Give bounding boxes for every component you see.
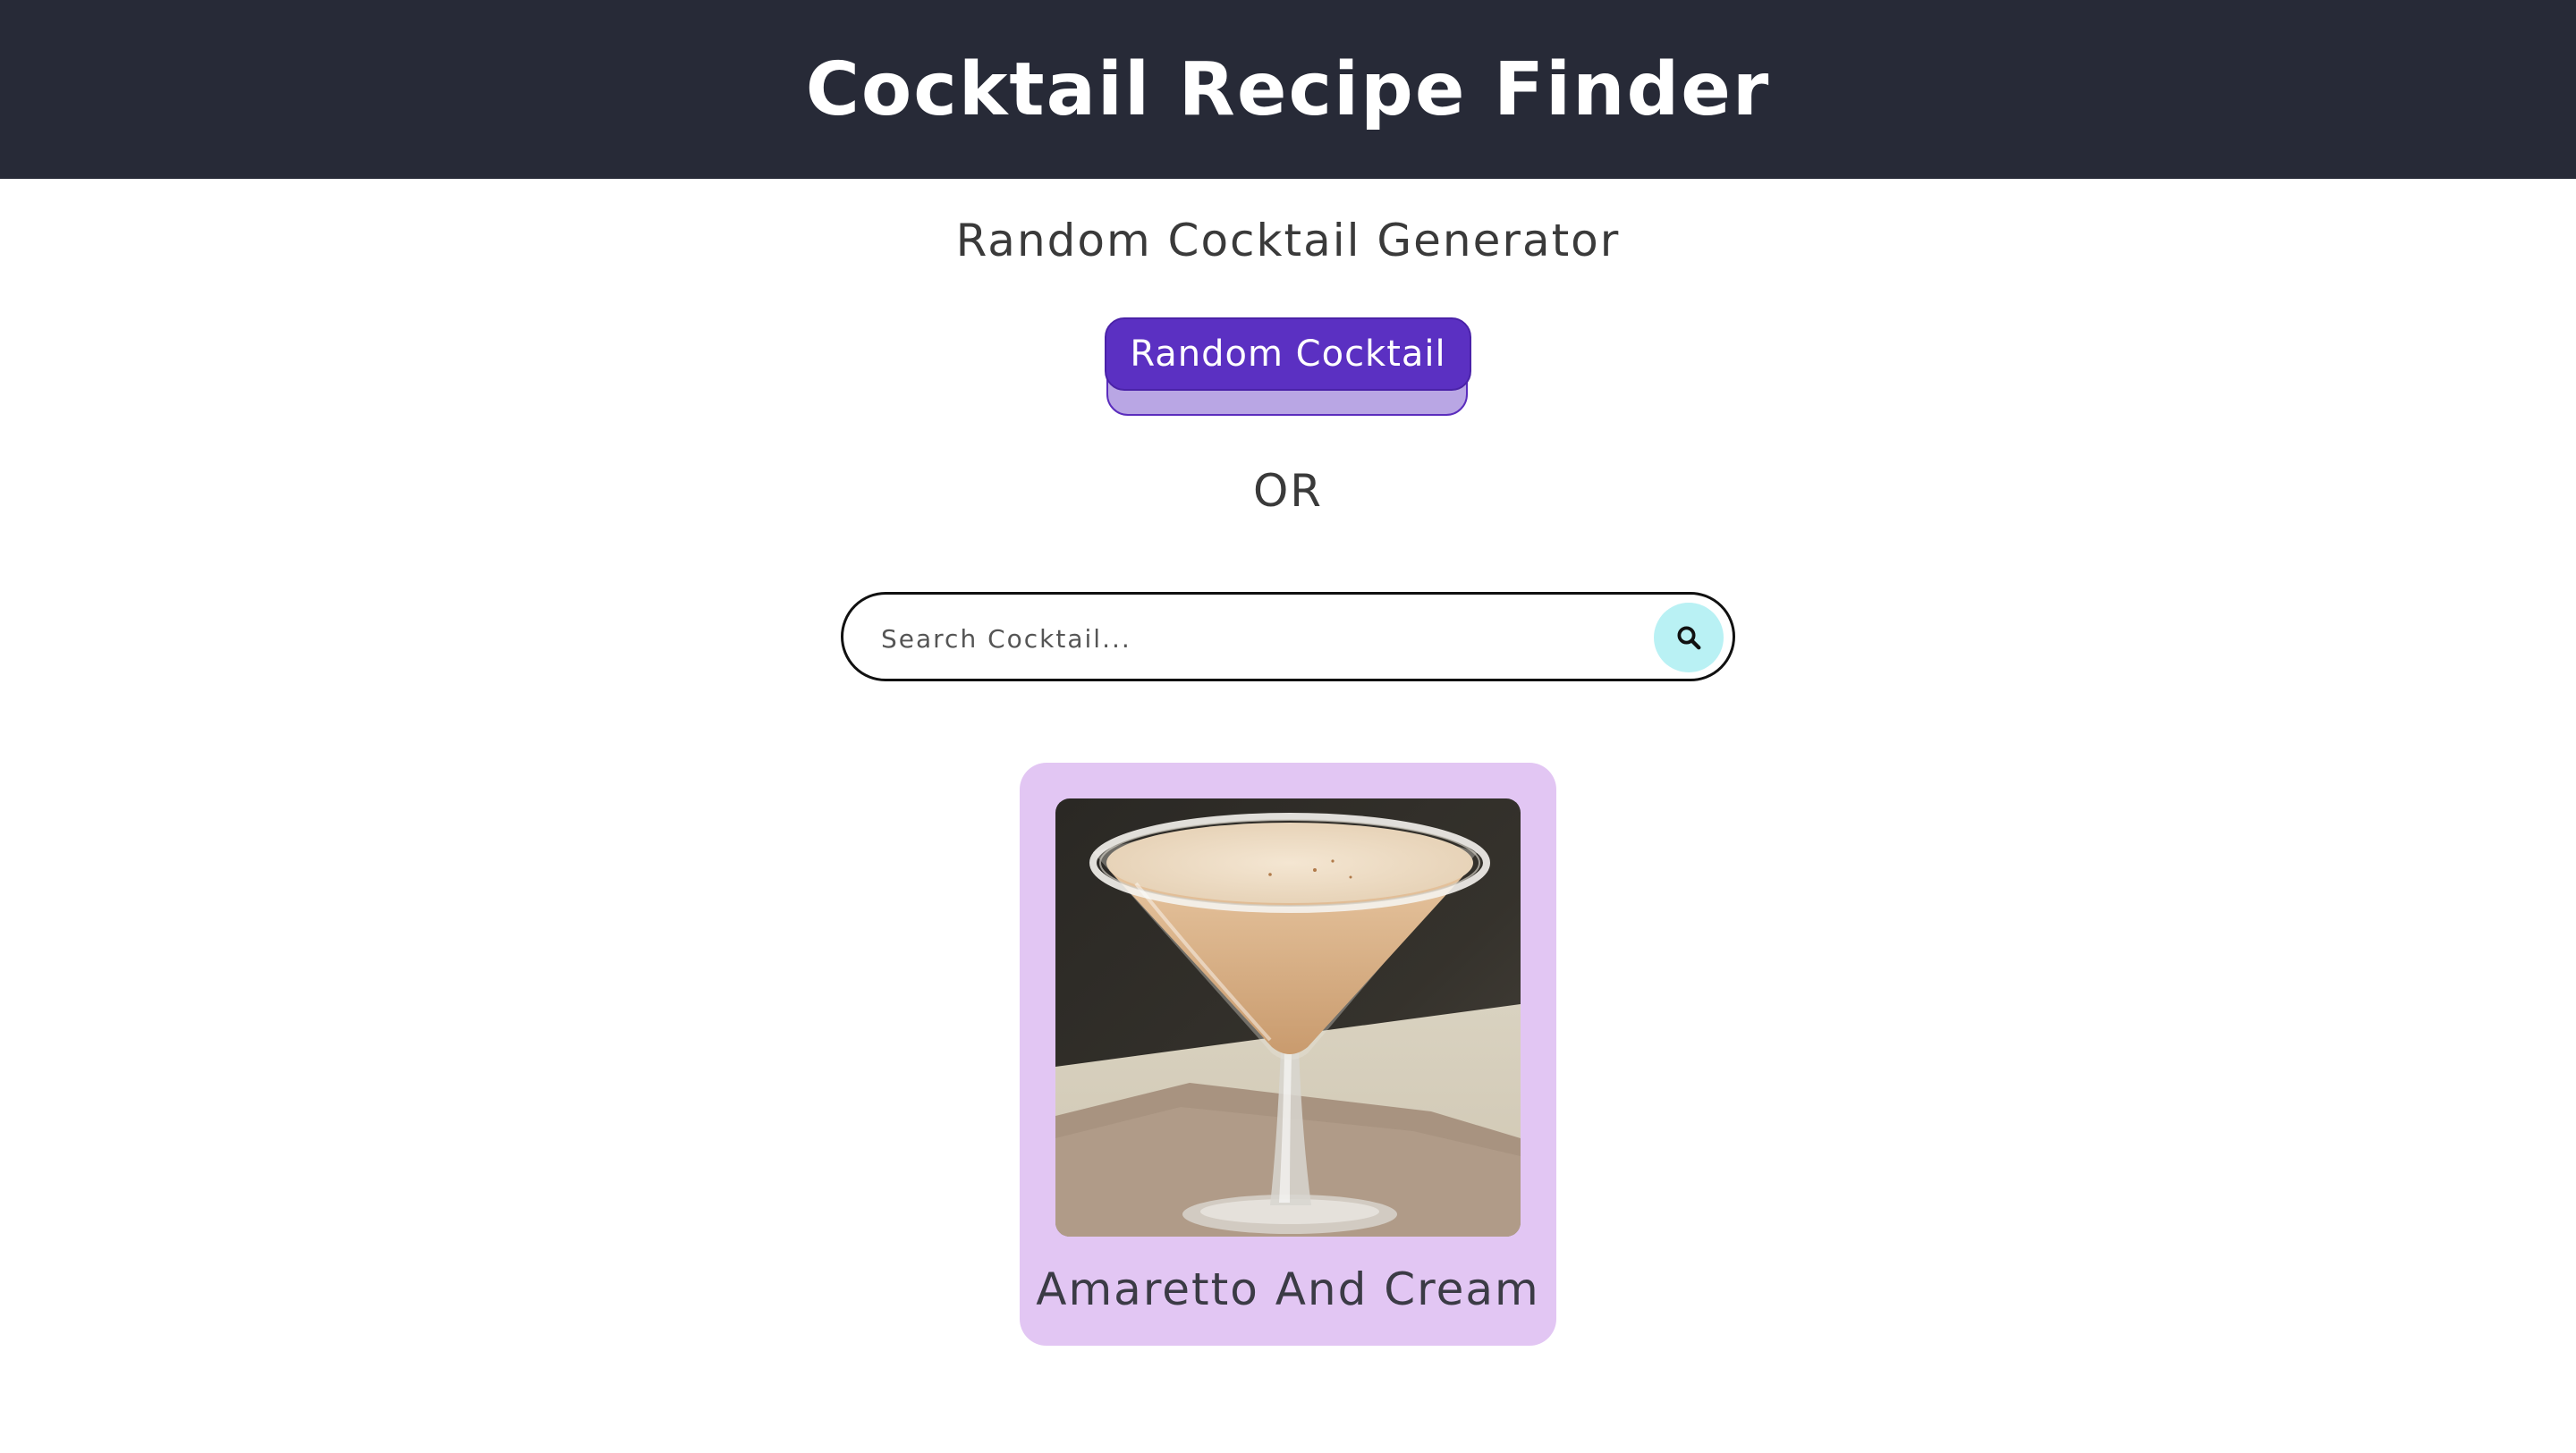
random-cocktail-button[interactable]: Random Cocktail [1105,317,1471,391]
cocktail-name[interactable]: Amaretto And Cream [1020,1263,1556,1315]
search-input[interactable] [879,611,1580,666]
search-icon [1677,626,1701,650]
search-bar [841,592,1735,681]
random-generator-heading: Random Cocktail Generator [955,215,1621,266]
cocktail-photo [1055,798,1521,1237]
cocktail-card[interactable]: Amaretto And Cream [1020,763,1556,1346]
app-header: Cocktail Recipe Finder [0,0,2576,179]
or-divider: OR [1252,465,1324,517]
page-title: Cocktail Recipe Finder [805,46,1771,132]
cocktail-image[interactable] [1055,798,1521,1237]
random-cocktail-button-wrapper[interactable]: Random Cocktail [1105,317,1471,418]
search-button[interactable] [1654,603,1724,672]
